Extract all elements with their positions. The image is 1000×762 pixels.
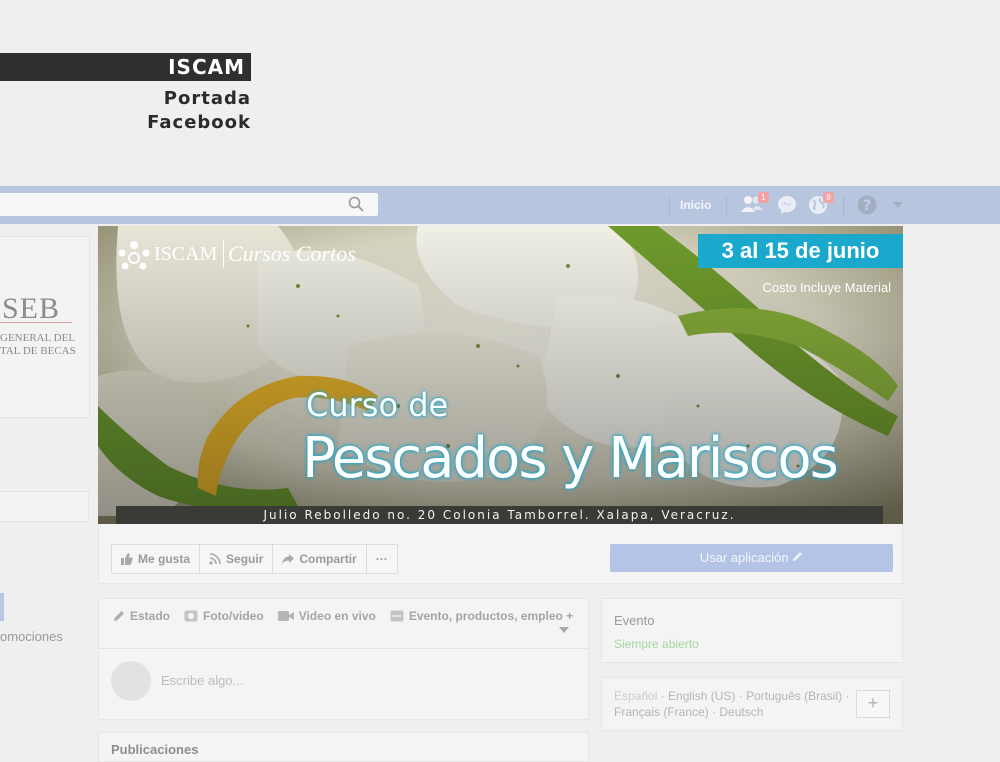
label-facebook: Facebook [147, 112, 251, 133]
chevron-down-icon[interactable] [559, 627, 569, 633]
pencil-icon [114, 611, 124, 621]
share-label: Compartir [299, 552, 357, 566]
messenger-icon[interactable] [777, 195, 797, 215]
event-card: Evento Siempre abierto [601, 598, 903, 663]
tab-live-video[interactable]: Video en vivo [277, 609, 376, 623]
left-small-card[interactable] [0, 491, 89, 522]
post-composer: Estado Foto/video Video en vivo Evento, … [98, 598, 589, 720]
search-icon[interactable] [348, 196, 364, 212]
language-list: Español · English (US) · Português (Bras… [614, 689, 850, 719]
share-button[interactable]: Compartir [273, 545, 367, 573]
avatar [111, 661, 151, 701]
composer-tabs: Estado Foto/video Video en vivo Evento, … [113, 609, 573, 623]
logo-text: ISCAM [154, 243, 218, 265]
add-language-button[interactable]: + [856, 690, 890, 718]
language-portuguese[interactable]: Português (Brasil) [746, 689, 842, 703]
follow-button[interactable]: Seguir [200, 545, 274, 573]
left-logo-card [0, 236, 90, 418]
open-status: Siempre abierto [614, 637, 699, 651]
page-buttons: Me gusta Seguir Compartir ··· [111, 544, 398, 574]
notifications-badge: 8 [823, 192, 834, 203]
search-input[interactable] [0, 193, 378, 216]
home-link[interactable]: Inicio [680, 198, 711, 212]
more-options-icon: ··· [375, 552, 388, 566]
course-subtitle: Curso de [306, 386, 449, 424]
like-label: Me gusta [138, 552, 191, 566]
left-button-edge[interactable] [0, 593, 4, 621]
course-title: Pescados y Mariscos [302, 426, 839, 491]
tab-photo-label: Foto/video [203, 609, 264, 623]
language-english[interactable]: English (US) [668, 689, 735, 703]
pencil-icon [793, 552, 803, 561]
use-app-button[interactable]: Usar aplicación [610, 544, 893, 572]
help-icon[interactable]: ? [857, 195, 877, 215]
language-french[interactable]: Français (France) [614, 705, 709, 719]
cover-photo: ISCAM Cursos Cortos 3 al 15 de junio Cos… [98, 226, 903, 524]
svg-text:?: ? [863, 198, 871, 214]
seb-logo-text: SEB [2, 292, 61, 325]
rss-icon [209, 553, 221, 565]
composer-input[interactable]: Escribe algo... [161, 673, 243, 688]
left-promo-text[interactable]: omociones [0, 629, 63, 644]
photo-icon [184, 610, 198, 622]
date-banner: 3 al 15 de junio [698, 234, 903, 268]
page-action-row: Me gusta Seguir Compartir ··· Usar aplic… [98, 524, 903, 584]
like-button[interactable]: Me gusta [112, 545, 201, 573]
share-arrow-icon [282, 554, 295, 564]
event-label: Evento [614, 613, 655, 628]
thumbs-up-icon [121, 553, 133, 565]
facebook-topbar: Inicio 1 8 ? [0, 186, 1000, 224]
seb-line-1: GENERAL DEL [0, 332, 76, 344]
brand-label: ISCAM [0, 53, 251, 81]
language-current: Español [614, 689, 658, 703]
tab-status[interactable]: Estado [113, 609, 170, 623]
label-portada: Portada [163, 88, 251, 109]
tab-photo-video[interactable]: Foto/video [184, 609, 264, 623]
composer-divider [99, 648, 588, 649]
caret-down-icon[interactable] [892, 201, 904, 209]
video-camera-icon [277, 611, 294, 621]
logo-script: Cursos Cortos [228, 241, 356, 266]
tab-live-label: Video en vivo [298, 609, 376, 623]
calendar-icon [390, 610, 404, 622]
iscam-logo-icon [118, 241, 150, 270]
language-card: Español · English (US) · Português (Bras… [601, 677, 903, 731]
more-options-button[interactable]: ··· [367, 545, 397, 573]
seb-logo-rule [0, 322, 72, 323]
seb-line-2: TAL DE BECAS [0, 345, 76, 357]
address-bar: Julio Rebolledo no. 20 Colonia Tamborrel… [116, 506, 883, 524]
tab-event-products[interactable]: Evento, productos, empleo + [390, 609, 573, 623]
cost-note: Costo Incluye Material [762, 280, 891, 295]
language-german[interactable]: Deutsch [719, 705, 763, 719]
tab-event-label: Evento, productos, empleo + [408, 609, 574, 623]
follow-label: Seguir [226, 552, 264, 566]
publications-header: Publicaciones [98, 732, 589, 762]
use-app-label: Usar aplicación [699, 550, 789, 565]
tab-status-label: Estado [130, 609, 171, 623]
logo-divider [223, 240, 224, 268]
friend-requests-badge: 1 [758, 192, 769, 203]
